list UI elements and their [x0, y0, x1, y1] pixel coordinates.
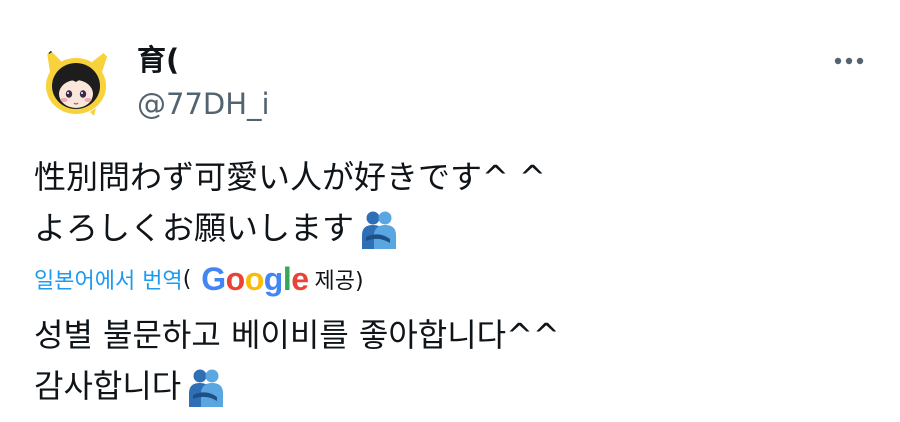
pikachu-hood-avatar-icon — [46, 46, 110, 116]
translated-line: 성별 불문하고 베이비를 좋아합니다^^ — [34, 310, 560, 361]
translated-line: 감사합니다 — [34, 361, 560, 412]
tweet-line: よろしくお願いします — [34, 203, 546, 254]
tweet-line-text: よろしくお願いします — [34, 209, 355, 247]
display-name[interactable]: 育( — [137, 43, 179, 77]
user-handle[interactable]: @77DH_i — [137, 87, 270, 121]
google-logo: Google — [201, 261, 309, 297]
translated-line-text: 감사합니다 — [34, 367, 182, 405]
tweet-line: 性別問わず可愛い人が好きです^ ^ — [34, 152, 546, 203]
open-paren: ( — [182, 266, 192, 292]
provider-suffix: 제공) — [314, 269, 364, 294]
people-hugging-icon — [362, 211, 397, 249]
tweet-card: 育( @77DH_i 性別問わず可愛い人が好きです^ ^ よろしくお願いします … — [0, 0, 900, 422]
tweet-line-text: 性別問わず可愛い人が好きです^ ^ — [34, 158, 546, 196]
more-horizontal-icon — [834, 57, 864, 65]
translation-attribution: 일본어에서 번역 ( Google 제공) — [34, 259, 364, 299]
tweet-text: 性別問わず可愛い人が好きです^ ^ よろしくお願いします — [34, 152, 546, 254]
translated-line-text: 성별 불문하고 베이비를 좋아합니다^^ — [34, 316, 560, 354]
avatar[interactable] — [36, 42, 116, 122]
translated-from-link[interactable]: 일본어에서 번역 — [34, 263, 183, 295]
more-options-button[interactable] — [826, 44, 872, 78]
people-hugging-icon — [189, 369, 224, 407]
translated-text: 성별 불문하고 베이비를 좋아합니다^^ 감사합니다 — [34, 310, 560, 412]
